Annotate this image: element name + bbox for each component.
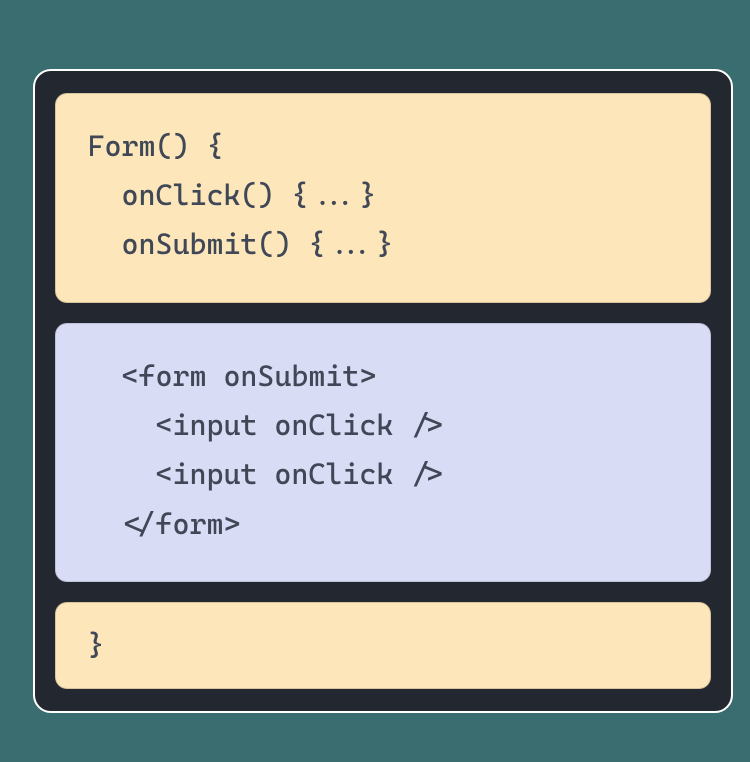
js-block-bottom: } xyxy=(55,602,711,689)
code-diagram-frame: Form() { onClick() {...} onSubmit() {...… xyxy=(33,69,733,713)
js-block-top: Form() { onClick() {...} onSubmit() {...… xyxy=(55,93,711,303)
jsx-block: <form onSubmit> <input onClick /> <input… xyxy=(55,323,711,582)
